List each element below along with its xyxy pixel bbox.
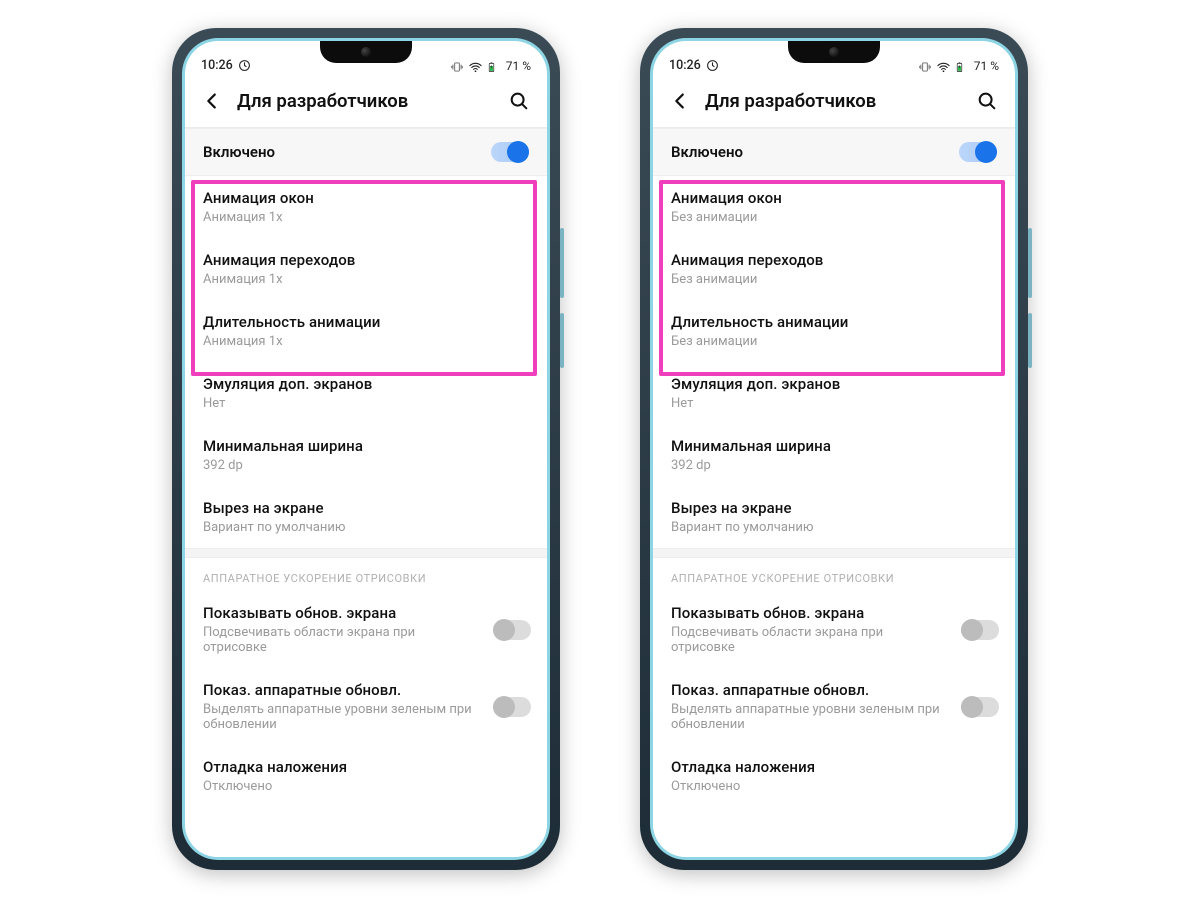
battery-icon (486, 60, 499, 73)
item-transition-animation[interactable]: Анимация переходов Без анимации (653, 238, 1015, 300)
page-title: Для разработчиков (237, 90, 493, 112)
notch (320, 41, 412, 63)
section-header-hw: АППАРАТНОЕ УСКОРЕНИЕ ОТРИСОВКИ (185, 558, 547, 591)
item-show-hw-layers[interactable]: Показ. аппаратные обновл. Выделять аппар… (653, 668, 1015, 745)
page-title: Для разработчиков (705, 90, 961, 112)
volume-button (1028, 313, 1032, 368)
enabled-toggle[interactable] (959, 142, 997, 162)
item-simulate-secondary[interactable]: Эмуляция доп. экранов Нет (653, 362, 1015, 424)
item-debug-overdraw[interactable]: Отладка наложения Отключено (653, 745, 1015, 807)
back-button[interactable] (669, 90, 691, 112)
item-window-animation[interactable]: Анимация окон Анимация 1x (185, 176, 547, 238)
vibrate-icon (918, 60, 931, 73)
notch (788, 41, 880, 63)
status-time: 10:26 (669, 58, 701, 73)
phone-frame-left: 10:26 71 % (172, 28, 560, 870)
wifi-icon (468, 60, 481, 73)
phone-frame-right: 10:26 71 % (640, 28, 1028, 870)
enabled-row[interactable]: Включено (653, 128, 1015, 176)
battery-pct: 71 % (506, 59, 531, 73)
toggle-hw-layers[interactable] (961, 697, 999, 717)
power-button (1028, 228, 1032, 298)
section-header-hw: АППАРАТНОЕ УСКОРЕНИЕ ОТРИСОВКИ (653, 558, 1015, 591)
section-divider (185, 548, 547, 558)
app-header: Для разработчиков (653, 75, 1015, 127)
item-smallest-width[interactable]: Минимальная ширина 392 dp (185, 424, 547, 486)
item-display-cutout[interactable]: Вырез на экране Вариант по умолчанию (653, 486, 1015, 548)
item-smallest-width[interactable]: Минимальная ширина 392 dp (653, 424, 1015, 486)
item-simulate-secondary[interactable]: Эмуляция доп. экранов Нет (185, 362, 547, 424)
item-show-surface-updates[interactable]: Показывать обнов. экрана Подсвечивать об… (185, 591, 547, 668)
item-display-cutout[interactable]: Вырез на экране Вариант по умолчанию (185, 486, 547, 548)
vibrate-icon (450, 60, 463, 73)
enabled-label: Включено (671, 143, 743, 161)
item-show-surface-updates[interactable]: Показывать обнов. экрана Подсвечивать об… (653, 591, 1015, 668)
volume-button (560, 313, 564, 368)
search-button[interactable] (507, 89, 531, 113)
item-show-hw-layers[interactable]: Показ. аппаратные обновл. Выделять аппар… (185, 668, 547, 745)
battery-icon (954, 60, 967, 73)
app-header: Для разработчиков (185, 75, 547, 127)
wifi-icon (936, 60, 949, 73)
enabled-row[interactable]: Включено (185, 128, 547, 176)
status-time: 10:26 (201, 58, 233, 73)
toggle-hw-layers[interactable] (493, 697, 531, 717)
item-window-animation[interactable]: Анимация окон Без анимации (653, 176, 1015, 238)
settings-list: Анимация окон Анимация 1x Анимация перех… (185, 176, 547, 857)
clock-icon (706, 59, 719, 72)
back-button[interactable] (201, 90, 223, 112)
battery-pct: 71 % (974, 59, 999, 73)
enabled-toggle[interactable] (491, 142, 529, 162)
item-debug-overdraw[interactable]: Отладка наложения Отключено (185, 745, 547, 807)
enabled-label: Включено (203, 143, 275, 161)
item-animator-duration[interactable]: Длительность анимации Анимация 1x (185, 300, 547, 362)
item-transition-animation[interactable]: Анимация переходов Анимация 1x (185, 238, 547, 300)
search-button[interactable] (975, 89, 999, 113)
section-divider (653, 548, 1015, 558)
clock-icon (238, 59, 251, 72)
settings-list: Анимация окон Без анимации Анимация пере… (653, 176, 1015, 857)
power-button (560, 228, 564, 298)
toggle-surface-updates[interactable] (493, 620, 531, 640)
item-animator-duration[interactable]: Длительность анимации Без анимации (653, 300, 1015, 362)
toggle-surface-updates[interactable] (961, 620, 999, 640)
